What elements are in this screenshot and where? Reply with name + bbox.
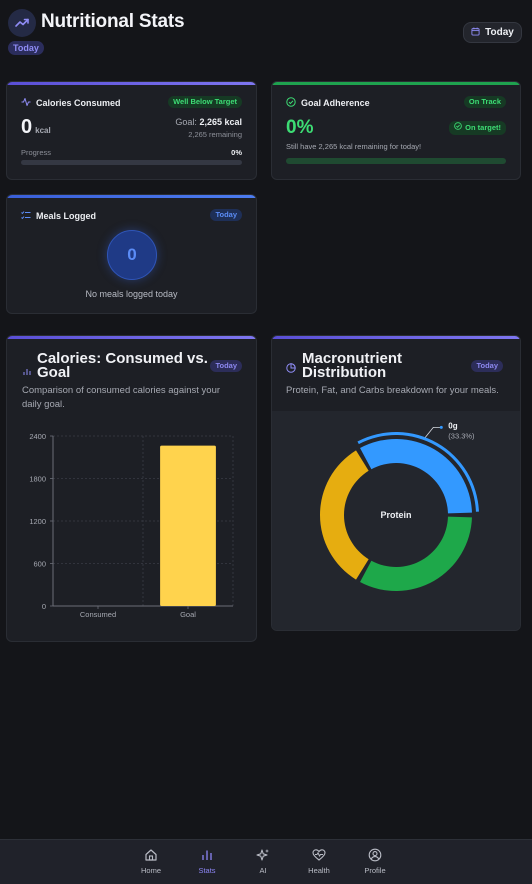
period-badge: Today <box>210 209 242 221</box>
on-target-badge: On target! <box>449 121 506 135</box>
bar-chart-icon <box>187 848 227 863</box>
calories-unit: kcal <box>35 126 51 135</box>
remaining-text: 2,265 remaining <box>188 130 242 139</box>
sparkles-icon <box>243 848 283 863</box>
bar-chart-icon <box>23 363 31 381</box>
adherence-message: Still have 2,265 kcal remaining for toda… <box>286 142 422 151</box>
status-badge: On Track <box>463 96 506 108</box>
status-badge: Well Below Target <box>168 96 242 108</box>
header: Nutritional Stats Today Today <box>8 8 522 58</box>
chart-title-line2: Distribution <box>302 364 387 381</box>
nav-home[interactable]: Home <box>131 848 171 875</box>
x-tick-label: Consumed <box>80 610 116 619</box>
macronutrient-donut-chart: 0g(33.3%) Protein <box>320 421 479 591</box>
nav-health[interactable]: Health <box>299 848 339 875</box>
nav-profile[interactable]: Profile <box>355 848 395 875</box>
card-title: Goal Adherence <box>301 98 370 108</box>
y-tick-label: 1200 <box>29 517 46 526</box>
date-picker-label: Today <box>485 27 514 38</box>
card-title: Meals Logged <box>36 211 97 221</box>
x-tick-label: Goal <box>180 610 196 619</box>
empty-state-text: No meals logged today <box>85 289 178 299</box>
goal-adherence-card: Goal Adherence On Track 0% On target! St… <box>271 81 521 180</box>
list-check-icon <box>21 210 31 222</box>
trending-up-icon <box>8 9 36 37</box>
chart-description-line1: Comparison of consumed calories against … <box>22 385 221 396</box>
page-title: Nutritional Stats <box>41 11 185 32</box>
period-badge: Today <box>8 41 44 55</box>
callout-dot <box>439 425 443 429</box>
date-picker-button[interactable]: Today <box>463 22 522 43</box>
y-tick-label: 600 <box>33 560 46 569</box>
progress-value: 0% <box>231 148 242 157</box>
y-tick-label: 2400 <box>29 432 46 441</box>
check-circle-icon <box>454 121 462 135</box>
calories-consumed-card: Calories Consumed Well Below Target 0 kc… <box>6 81 257 180</box>
progress-label: Progress <box>21 148 52 157</box>
check-circle-icon <box>286 97 296 109</box>
y-tick-label: 0 <box>42 602 46 611</box>
callout-percent: (33.3%) <box>448 431 475 440</box>
user-circle-icon <box>355 848 395 863</box>
chart-description: Protein, Fat, and Carbs breakdown for yo… <box>286 385 499 396</box>
slice-fat <box>320 450 369 580</box>
nav-ai[interactable]: AI <box>243 848 283 875</box>
calories-chart-card: Calories: Consumed vs. Goal Today Compar… <box>6 335 257 642</box>
calories-bar-chart: 0 600 1200 1800 2400 Consumed Goal <box>29 432 234 619</box>
donut-center-label: Protein <box>380 510 411 520</box>
adherence-bar <box>286 158 506 164</box>
calories-value: 0 kcal <box>21 116 51 138</box>
heart-pulse-icon <box>299 848 339 863</box>
card-title: Calories Consumed <box>36 98 121 108</box>
meal-count: 0 <box>127 245 137 264</box>
goal-text: Goal: 2,265 kcal <box>175 117 242 127</box>
meal-count-circle: 0 <box>107 230 157 280</box>
bar-goal <box>160 445 216 606</box>
adherence-value: 0% <box>286 117 314 138</box>
home-icon <box>131 848 171 863</box>
calendar-icon <box>471 27 480 39</box>
macronutrient-card: Macronutrient Distribution Today Protein… <box>271 335 521 631</box>
activity-icon <box>21 97 31 109</box>
period-badge: Today <box>210 360 242 372</box>
callout-line <box>424 426 442 438</box>
goal-value: 2,265 kcal <box>199 117 242 127</box>
pie-chart-icon <box>286 360 296 378</box>
meals-logged-card: Meals Logged Today 0 No meals logged tod… <box>6 194 257 314</box>
slice-carbs <box>360 516 472 591</box>
chart-description-line2: daily goal. <box>22 399 65 410</box>
slice-protein <box>360 439 472 514</box>
nav-stats[interactable]: Stats <box>187 848 227 875</box>
y-tick-label: 1800 <box>29 475 46 484</box>
period-badge: Today <box>471 360 503 372</box>
chart-title-line2: Goal <box>37 364 71 381</box>
progress-bar <box>21 160 242 165</box>
bottom-nav: Home Stats AI Health Profile <box>0 839 532 884</box>
callout-value: 0g <box>448 421 457 430</box>
